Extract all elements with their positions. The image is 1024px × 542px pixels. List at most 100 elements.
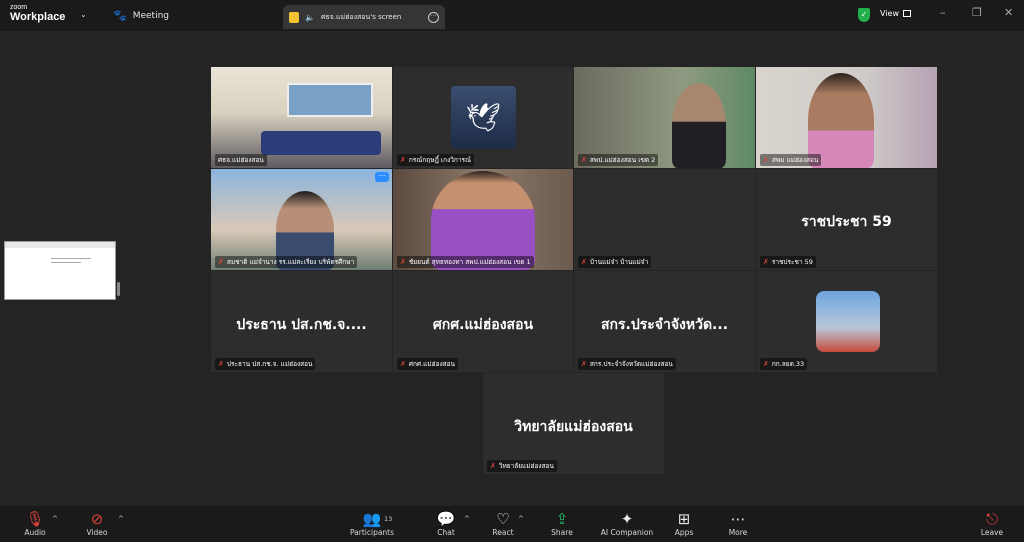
video-tile[interactable]: ✗ ชัยยนต์ สุทธทองทา สพป.แม่ฮ่องสอน เขต 1 [393,169,573,270]
view-label: View [880,9,899,18]
shield-check-icon[interactable]: ✓ [858,8,870,22]
apps-grid-icon: ⊞ [677,510,691,528]
participant-name-tag: ✗ ราชประชา 59 [760,256,816,268]
video-tile[interactable]: ประธาน ปส.กช.จ.... ✗ ประธาน ปส.กช.จ. แม่ฮ… [211,271,392,372]
app-icon [289,11,299,23]
thumbnail-scrollbar[interactable] [117,282,120,296]
microphone-muted-icon: ✗ [581,360,587,368]
chat-button[interactable]: 💬 Chat [434,510,458,537]
close-icon[interactable]: ✕ [1004,6,1013,19]
apps-button[interactable]: ⊞ Apps [672,510,696,537]
microphone-muted-icon: ✗ [763,258,769,266]
video-tile[interactable]: วิทยาลัยแม่ฮ่องสอน ✗ วิทยาลัยแม่ฮ่องสอน [483,373,664,474]
participant-name-tag: ศธจ.แม่ฮ่องสอน [215,154,267,166]
share-label: Share [551,528,573,537]
video-tile[interactable]: ศธจ.แม่ฮ่องสอน [211,67,392,168]
audio-options-caret[interactable]: ^ [52,515,58,523]
participant-name-tag: ✗ กก.ลยต.33 [760,358,808,370]
microphone-muted-icon: ✗ [763,156,769,164]
room-board [287,83,373,117]
video-tile[interactable]: ศกศ.แม่ฮ่องสอน ✗ ศกศ.แม่ฮ่องสอน [393,271,573,372]
video-tile[interactable]: สกร.ประจำจังหวัด... ✗ สกร.ประจำจังหวัดแม่… [574,271,755,372]
participant-name: ราชประชา 59 [771,258,813,266]
participant-name-tag: ✗ ศกศ.แม่ฮ่องสอน [397,358,458,370]
participant-name: ประธาน ปส.กช.จ. แม่ฮ่องสอน [226,360,313,368]
video-tile[interactable]: ··· ✗ สมชาติ แม่จำนาง รร.แม่สะเรียง บริพั… [211,169,392,270]
participant-name-tag: ✗ สพม แม่ฮ่องสอน [760,154,822,166]
top-bar: zoom Workplace ⌄ 🐾 Meeting 🔈 ศธจ.แม่ฮ่อง… [0,0,1024,31]
participant-name-tag: ✗ สกร.ประจำจังหวัดแม่ฮ่องสอน [578,358,676,370]
more-button[interactable]: ⋯ More [726,510,750,537]
zoom-logo[interactable]: zoom Workplace [10,4,65,23]
microphone-muted-icon: ✗ [763,360,769,368]
leave-button[interactable]: ⎋ Leave [980,510,1004,537]
react-options-caret[interactable]: ^ [518,515,524,523]
participant-name: สมชาติ แม่จำนาง รร.แม่สะเรียง บริพัตรศึก… [226,258,355,266]
video-tile[interactable]: 🕊 ✗ กรณ์กฤษฎิ์ เกงวิการณ์ [393,67,573,168]
participants-label: Participants [349,528,395,537]
more-circle-icon[interactable]: ··· [428,11,439,23]
participant-name: วิทยาลัยแม่ฮ่องสอน [498,462,554,470]
thumb-line [51,258,91,259]
ai-companion-button[interactable]: ✦ AI Companion [600,510,654,537]
share-tab[interactable]: 🔈 ศธจ.แม่ฮ่องสอน's screen ··· [283,5,445,29]
participant-name: ชัยยนต์ สุทธทองทา สพป.แม่ฮ่องสอน เขต 1 [408,258,531,266]
sparkle-icon: ✦ [620,510,634,528]
room-table [261,131,381,155]
participant-name: บ้านแม่จ๋า บ้านแม่จ๋า [589,258,649,266]
thumb-toolbar [5,242,115,248]
participant-name: สพป.แม่ฮ่องสอน เขต 2 [589,156,656,164]
microphone-muted-icon: ✗ [218,258,224,266]
participant-display-name: ประธาน ปส.กช.จ.... [236,317,367,333]
react-button[interactable]: ♡ React [490,510,516,537]
participant-name: สกร.ประจำจังหวัดแม่ฮ่องสอน [589,360,673,368]
chat-icon: 💬 [436,510,456,528]
chat-label: Chat [437,528,455,537]
video-tile[interactable]: ✗ สพม แม่ฮ่องสอน [756,67,937,168]
meeting-menu[interactable]: 🐾 Meeting [113,9,169,22]
participant-name: สพม แม่ฮ่องสอน [771,156,819,164]
meeting-toolbar: 🎙 Audio ^ ⊘ Video ^ 👥 Participants 13 💬 … [0,506,1024,542]
video-tile[interactable]: ✗ สพป.แม่ฮ่องสอน เขต 2 [574,67,755,168]
participants-count: 13 [384,515,393,523]
audio-label: Audio [24,528,46,537]
meeting-label: Meeting [132,10,169,21]
microphone-muted-icon: ✗ [400,258,406,266]
participant-video [672,83,726,168]
tile-more-icon[interactable]: ··· [375,172,389,182]
profile-picture [816,291,880,352]
video-tile[interactable]: ✗ กก.ลยต.33 [756,271,937,372]
video-button[interactable]: ⊘ Video [84,510,110,537]
participant-display-name: วิทยาลัยแม่ฮ่องสอน [514,419,633,435]
react-heart-icon: ♡ [496,510,510,528]
chat-options-caret[interactable]: ^ [464,515,470,523]
participant-name: ศธจ.แม่ฮ่องสอน [218,156,264,164]
ai-companion-label: AI Companion [600,528,654,537]
leave-icon: ⎋ [986,510,998,528]
participant-name: ศกศ.แม่ฮ่องสอน [408,360,455,368]
microphone-muted-icon: 🎙 [25,510,45,528]
logo-line1: zoom [10,4,28,11]
video-off-icon: ⊘ [90,510,104,528]
more-dots-icon: ⋯ [730,510,746,528]
video-tile[interactable]: ✗ บ้านแม่จ๋า บ้านแม่จ๋า [574,169,755,270]
restore-icon[interactable]: ❐ [972,6,982,19]
microphone-muted-icon: ✗ [400,360,406,368]
chevron-down-icon[interactable]: ⌄ [80,10,87,19]
bird-avatar: 🕊 [451,86,516,149]
share-button[interactable]: ⇪ Share [549,510,575,537]
video-tile[interactable]: ราชประชา 59 ✗ ราชประชา 59 [756,169,937,270]
participant-name: กก.ลยต.33 [771,360,805,368]
minimize-icon[interactable]: – [940,6,946,19]
participant-name-tag: ✗ สมชาติ แม่จำนาง รร.แม่สะเรียง บริพัตรศึ… [215,256,358,268]
thumb-line [51,262,81,263]
participant-name: กรณ์กฤษฎิ์ เกงวิการณ์ [408,156,472,164]
audio-button[interactable]: 🎙 Audio [22,510,48,537]
view-button[interactable]: View [880,9,911,18]
microphone-muted-icon: ✗ [218,360,224,368]
video-options-caret[interactable]: ^ [118,515,124,523]
participant-display-name: ราชประชา 59 [801,214,892,230]
speaker-icon[interactable]: 🔈 [305,13,315,22]
microphone-muted-icon: ✗ [400,156,406,164]
shared-screen-thumbnail[interactable] [4,241,116,300]
